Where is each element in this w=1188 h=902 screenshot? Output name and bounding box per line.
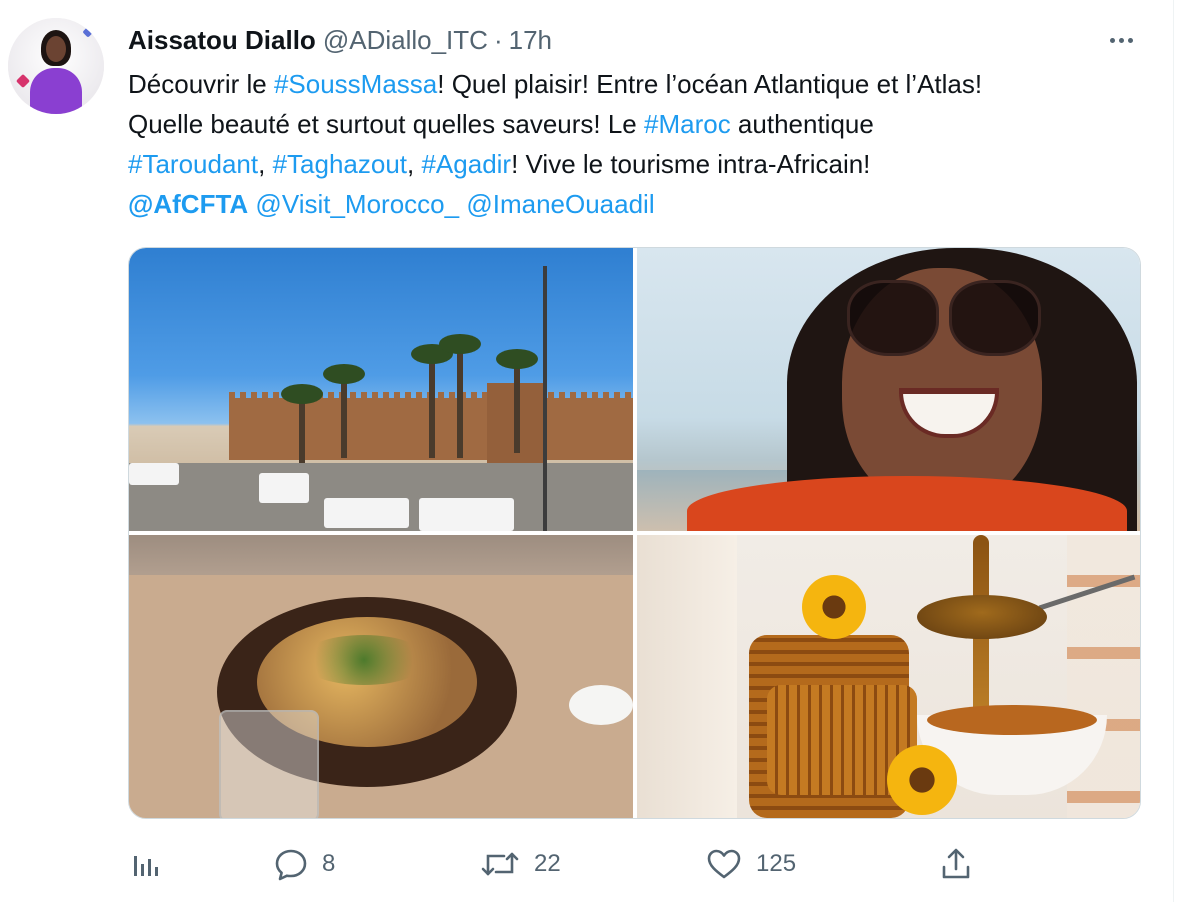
more-options-button[interactable] xyxy=(1102,28,1140,52)
mention-link[interactable]: @ImaneOuaadil xyxy=(466,189,654,219)
reply-button[interactable]: 8 xyxy=(274,840,335,888)
mention-link[interactable]: @Visit_Morocco_ xyxy=(255,189,459,219)
author-name[interactable]: Aissatou Diallo xyxy=(128,25,316,56)
photo-taroudant-ramparts[interactable] xyxy=(129,248,633,531)
tweet-text: Découvrir le #SoussMassa! Quel plaisir! … xyxy=(128,64,1138,224)
share-button[interactable] xyxy=(940,840,972,888)
hashtag-link[interactable]: #SoussMassa xyxy=(274,69,437,99)
analytics-button[interactable] xyxy=(132,840,160,888)
like-button[interactable]: 125 xyxy=(706,840,796,888)
photo-honey[interactable] xyxy=(637,535,1140,818)
tweet-text-segment: Découvrir le xyxy=(128,69,274,99)
retweet-icon xyxy=(481,852,519,876)
share-icon xyxy=(942,848,970,879)
heart-icon xyxy=(707,849,741,879)
author-avatar[interactable] xyxy=(8,18,104,114)
tweet-text-line: Quelle beauté et surtout quelles saveurs… xyxy=(128,104,1138,144)
hashtag-link[interactable]: #Taroudant xyxy=(128,149,258,179)
more-dots-icon xyxy=(1109,37,1115,43)
header-separator: · xyxy=(493,24,503,55)
tweet-text-line: Découvrir le #SoussMassa! Quel plaisir! … xyxy=(128,64,1138,104)
retweet-button[interactable]: 22 xyxy=(480,840,561,888)
tweet-text-segment: Quelle beauté et surtout quelles saveurs… xyxy=(128,109,644,139)
hashtag-link[interactable]: #Agadir xyxy=(421,149,511,179)
media-grid xyxy=(128,247,1141,819)
reply-count: 8 xyxy=(322,850,336,877)
like-count: 125 xyxy=(756,850,797,877)
mention-link[interactable]: @AfCFTA xyxy=(128,189,248,219)
retweet-count: 22 xyxy=(534,850,561,877)
bar-chart-icon xyxy=(134,856,158,876)
hashtag-link[interactable]: #Taghazout xyxy=(273,149,407,179)
tweet-actions: 8 22 125 xyxy=(128,840,1138,888)
reply-icon xyxy=(275,849,307,881)
hashtag-link[interactable]: #Maroc xyxy=(644,109,731,139)
timeline-border xyxy=(1173,0,1174,902)
photo-tajine[interactable] xyxy=(129,535,633,818)
photo-selfie-beach[interactable] xyxy=(637,248,1140,531)
author-handle[interactable]: @ADiallo_ITC xyxy=(323,25,488,56)
tweet-text-segment: authentique xyxy=(730,109,874,139)
tweet-text-segment: , xyxy=(258,149,273,179)
tweet-text-segment: , xyxy=(407,149,422,179)
tweet-text-segment: ! Vive le tourisme intra-Africain! xyxy=(511,149,871,179)
tweet-text-line: @AfCFTA @Visit_Morocco_ @ImaneOuaadil xyxy=(128,184,1138,224)
tweet-text-segment: ! Quel plaisir! Entre l’océan Atlantique… xyxy=(437,69,983,99)
tweet-text-line: #Taroudant, #Taghazout, #Agadir! Vive le… xyxy=(128,144,1138,184)
tweet-timestamp[interactable]: 17h xyxy=(509,25,552,56)
tweet-header: Aissatou Diallo @ADiallo_ITC · 17h xyxy=(128,24,552,56)
